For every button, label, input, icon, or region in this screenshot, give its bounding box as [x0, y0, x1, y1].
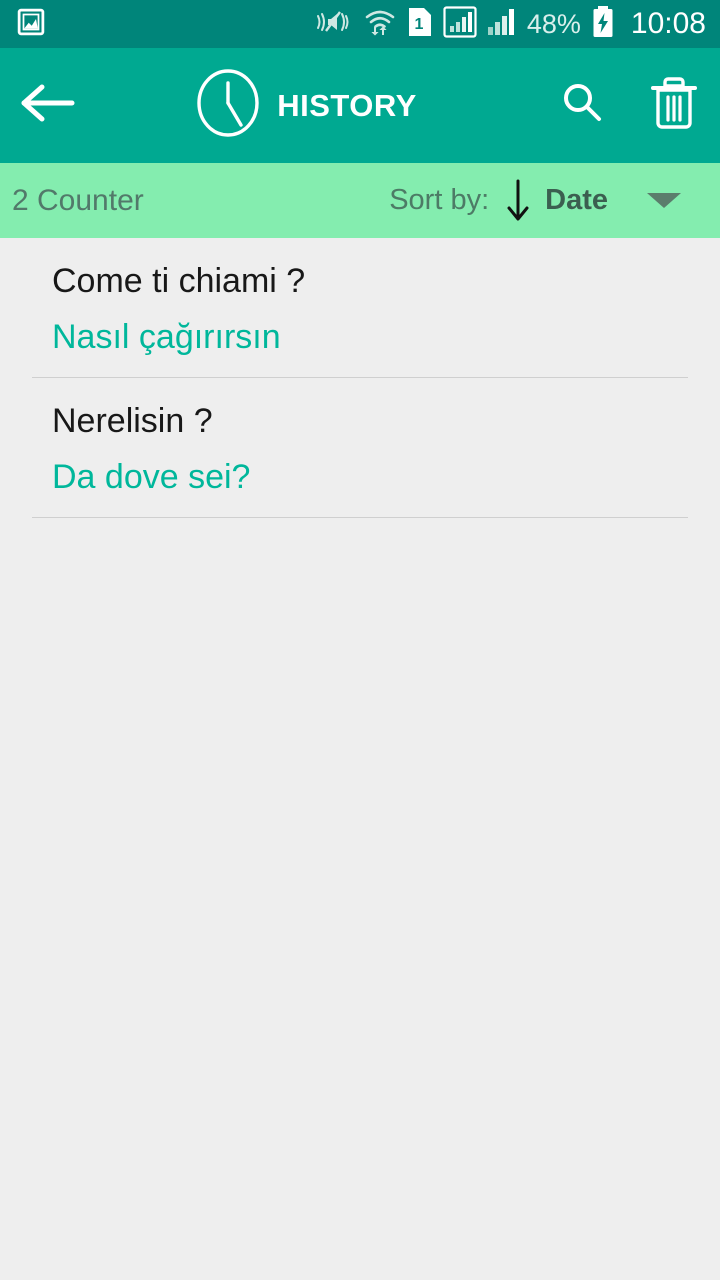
battery-percent-label: 48%: [526, 8, 581, 39]
svg-text:1: 1: [414, 16, 423, 33]
arrow-left-icon: [18, 82, 78, 129]
sim-card-1-icon: 1: [407, 6, 433, 43]
battery-charging-icon: [591, 5, 615, 44]
sort-bar: 2 Counter Sort by: Date: [0, 163, 720, 238]
search-button[interactable]: [536, 79, 628, 132]
screenshot-image-icon: [16, 7, 46, 42]
counter-label: 2 Counter: [12, 183, 144, 217]
caret-down-icon: [647, 193, 681, 208]
signal-bars-boxed-icon: [443, 5, 477, 43]
signal-bars-icon: [487, 6, 517, 43]
history-item[interactable]: Nerelisin ? Da dove sei?: [0, 378, 720, 517]
sort-value-label: Date: [545, 184, 608, 216]
history-item-source-text: Come ti chiami ?: [52, 262, 306, 300]
history-item-target-text: Da dove sei?: [52, 457, 251, 496]
arrow-down-icon[interactable]: [505, 177, 531, 225]
status-bar-right: 1 48% 10:08: [315, 5, 706, 44]
status-bar-clock: 10:08: [630, 7, 706, 40]
wifi-data-transfer-icon: [363, 7, 397, 42]
history-list: Come ti chiami ? Nasıl çağırırsın Nereli…: [0, 238, 720, 1280]
search-icon: [558, 79, 606, 132]
app-bar: HISTORY: [0, 48, 720, 163]
volume-mute-vibrate-icon: [315, 7, 353, 42]
history-item-target-text: Nasıl çağırırsın: [52, 317, 281, 356]
status-bar: 1 48% 10:08: [0, 0, 720, 48]
history-item[interactable]: Come ti chiami ? Nasıl çağırırsın: [0, 238, 720, 377]
trash-icon: [650, 76, 698, 135]
sort-by-label: Sort by:: [389, 184, 490, 216]
delete-history-button[interactable]: [628, 76, 720, 135]
sort-dropdown-button[interactable]: [608, 193, 720, 208]
history-item-source-text: Nerelisin ?: [52, 402, 213, 441]
list-divider: [32, 517, 688, 519]
clock-icon: [195, 67, 261, 144]
page-title: HISTORY: [277, 87, 417, 123]
app-bar-title-group: HISTORY: [76, 67, 536, 144]
status-bar-left: [16, 7, 46, 42]
sort-control[interactable]: Sort by: Date: [389, 177, 608, 225]
